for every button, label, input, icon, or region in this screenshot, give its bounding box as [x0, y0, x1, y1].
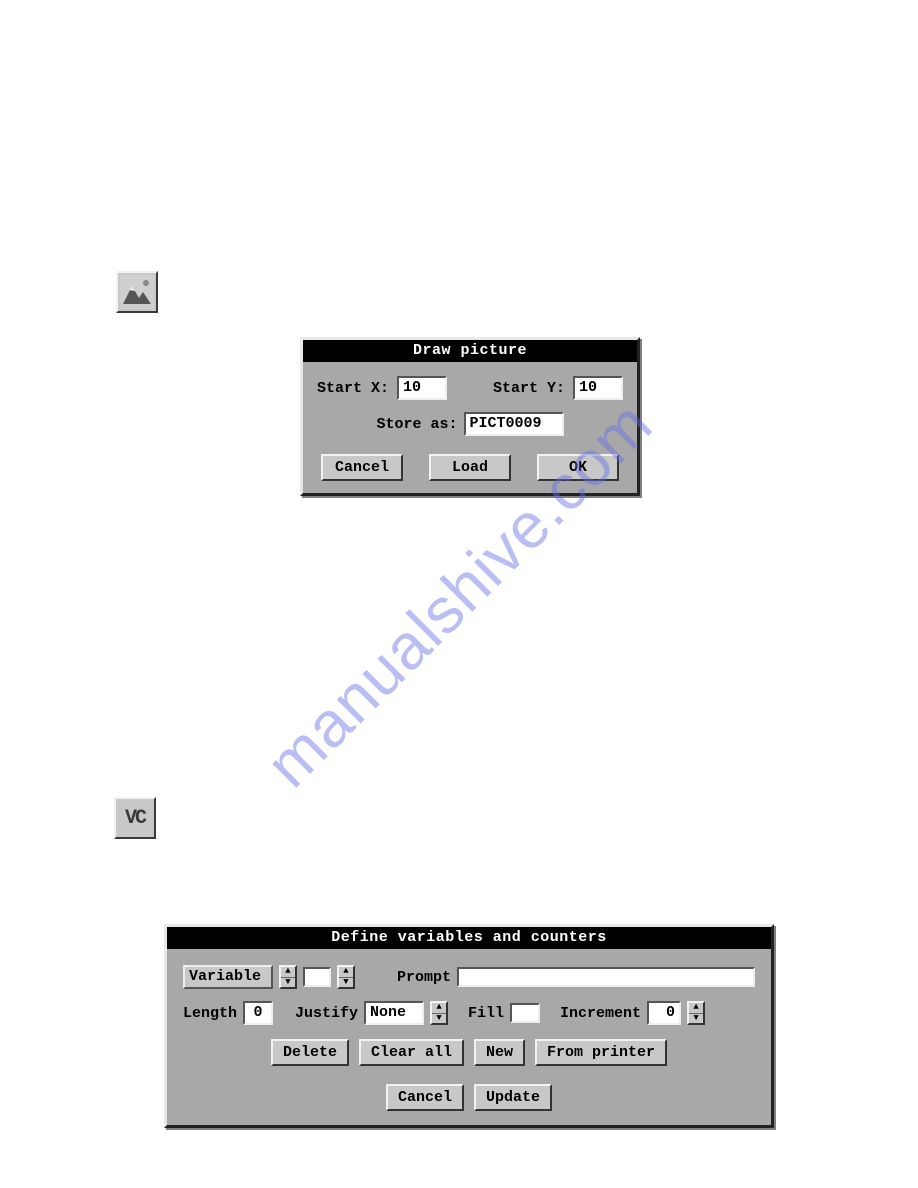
variable-index-spinner[interactable]: [337, 965, 355, 989]
fill-label: Fill: [468, 1005, 504, 1022]
length-label: Length: [183, 1005, 237, 1022]
cancel-button[interactable]: Cancel: [321, 454, 403, 481]
vc-tool-icon[interactable]: VC: [114, 797, 156, 839]
justify-select[interactable]: None: [364, 1001, 424, 1025]
justify-spinner[interactable]: [430, 1001, 448, 1025]
dialog-body: Variable Prompt Length 0 Justify: [167, 949, 771, 1125]
variable-type-spinner[interactable]: [279, 965, 297, 989]
store-as-input[interactable]: PICT0009: [464, 412, 564, 436]
new-button[interactable]: New: [474, 1039, 525, 1066]
picture-tool-icon[interactable]: [116, 271, 158, 313]
load-button[interactable]: Load: [429, 454, 511, 481]
draw-picture-dialog: Draw picture Start X: 10 Start Y: 10 Sto…: [300, 337, 640, 496]
store-as-label: Store as:: [376, 416, 457, 433]
chevron-up-icon: [432, 1003, 446, 1013]
variable-type-select[interactable]: Variable: [183, 965, 273, 989]
fill-input[interactable]: [510, 1003, 540, 1023]
increment-label: Increment: [560, 1005, 641, 1022]
cancel-button[interactable]: Cancel: [386, 1084, 464, 1111]
prompt-input[interactable]: [457, 967, 755, 987]
clear-all-button[interactable]: Clear all: [359, 1039, 464, 1066]
chevron-up-icon: [689, 1003, 703, 1013]
mountain-icon: [119, 274, 155, 310]
start-x-label: Start X:: [317, 380, 389, 397]
justify-label: Justify: [295, 1005, 358, 1022]
chevron-down-icon: [432, 1013, 446, 1024]
chevron-down-icon: [689, 1013, 703, 1024]
delete-button[interactable]: Delete: [271, 1039, 349, 1066]
from-printer-button[interactable]: From printer: [535, 1039, 667, 1066]
chevron-up-icon: [339, 967, 353, 977]
dialog-title: Define variables and counters: [167, 927, 771, 949]
start-x-input[interactable]: 10: [397, 376, 447, 400]
chevron-up-icon: [281, 967, 295, 977]
update-button[interactable]: Update: [474, 1084, 552, 1111]
document-page: manualshive.com Draw picture Start X: 10…: [0, 0, 918, 1188]
prompt-label: Prompt: [397, 969, 451, 986]
dialog-title: Draw picture: [303, 340, 637, 362]
define-variables-dialog: Define variables and counters Variable P…: [164, 924, 774, 1128]
ok-button[interactable]: OK: [537, 454, 619, 481]
variable-index-input[interactable]: [303, 967, 331, 987]
start-y-label: Start Y:: [493, 380, 565, 397]
start-y-input[interactable]: 10: [573, 376, 623, 400]
length-input[interactable]: 0: [243, 1001, 273, 1025]
increment-input[interactable]: 0: [647, 1001, 681, 1025]
increment-spinner[interactable]: [687, 1001, 705, 1025]
chevron-down-icon: [281, 977, 295, 988]
vc-icon-label: VC: [125, 807, 145, 830]
dialog-body: Start X: 10 Start Y: 10 Store as: PICT00…: [303, 362, 637, 493]
chevron-down-icon: [339, 977, 353, 988]
